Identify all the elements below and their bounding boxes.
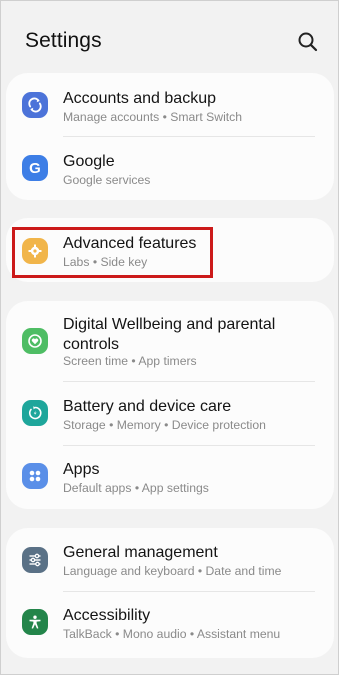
item-subtitle: Google services xyxy=(63,173,151,187)
header: Settings xyxy=(1,1,338,73)
settings-item-battery-device-care[interactable]: Battery and device care Storage • Memory… xyxy=(6,382,334,444)
settings-group-device: Digital Wellbeing and parental controls … xyxy=(6,301,334,509)
wellbeing-heart-icon xyxy=(22,328,48,354)
sync-icon xyxy=(22,92,48,118)
item-subtitle: Screen time • App timers xyxy=(63,354,197,368)
highlight-box xyxy=(12,227,213,278)
search-icon[interactable] xyxy=(295,29,321,55)
settings-group-general: General management Language and keyboard… xyxy=(6,528,334,658)
device-care-icon xyxy=(22,400,48,426)
item-subtitle: TalkBack • Mono audio • Assistant menu xyxy=(63,627,281,641)
item-title: Google xyxy=(63,153,115,170)
item-subtitle: Storage • Memory • Device protection xyxy=(63,418,266,432)
page-title: Settings xyxy=(25,29,102,52)
settings-item-accounts-backup[interactable]: Accounts and backup Manage accounts • Sm… xyxy=(6,73,334,135)
settings-item-general-management[interactable]: General management Language and keyboard… xyxy=(6,528,334,590)
settings-item-accessibility[interactable]: Accessibility TalkBack • Mono audio • As… xyxy=(6,592,334,654)
settings-item-google[interactable]: G Google Google services xyxy=(6,137,334,199)
item-subtitle: Language and keyboard • Date and time xyxy=(63,564,282,578)
item-title: Battery and device care xyxy=(63,398,232,415)
settings-item-digital-wellbeing[interactable]: Digital Wellbeing and parental controls … xyxy=(6,301,334,381)
item-title: Accounts and backup xyxy=(63,90,216,107)
item-title: Digital Wellbeing and parental controls xyxy=(63,316,276,353)
item-title: Accessibility xyxy=(63,607,151,624)
settings-group-accounts: Accounts and backup Manage accounts • Sm… xyxy=(6,73,334,200)
apps-grid-icon xyxy=(22,463,48,489)
sliders-icon xyxy=(22,547,48,573)
item-title: General management xyxy=(63,544,218,561)
settings-item-apps[interactable]: Apps Default apps • App settings xyxy=(6,446,334,508)
google-icon: G xyxy=(22,155,48,181)
accessibility-icon xyxy=(22,609,48,635)
item-subtitle: Default apps • App settings xyxy=(63,481,209,495)
item-title: Apps xyxy=(63,461,100,478)
item-subtitle: Manage accounts • Smart Switch xyxy=(63,110,243,124)
